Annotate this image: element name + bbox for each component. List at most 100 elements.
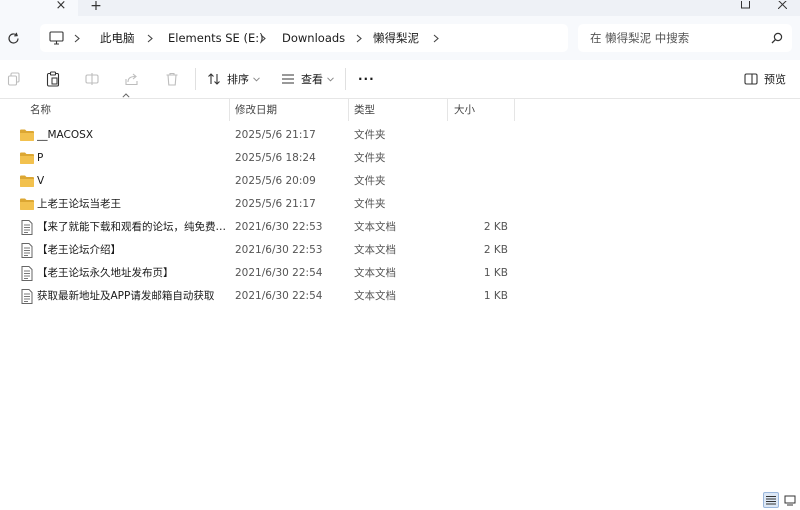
breadcrumb-drive[interactable]: Elements SE (E:) — [168, 24, 264, 52]
file-size — [448, 147, 508, 170]
status-bar — [0, 490, 800, 510]
column-header-name[interactable]: 名称 — [30, 99, 225, 121]
file-name: V — [37, 175, 45, 187]
sort-label[interactable]: 排序 — [227, 71, 249, 87]
search-placeholder: 在 懒得梨泥 中搜索 — [590, 31, 690, 45]
preview-pane-button[interactable]: 预览 — [744, 69, 786, 89]
tiles-view-icon[interactable] — [784, 495, 796, 506]
file-size: 2 KB — [483, 244, 508, 256]
share-icon[interactable] — [125, 72, 139, 86]
chevron-down-icon[interactable] — [253, 76, 260, 82]
folder-icon — [19, 128, 35, 142]
copy-icon[interactable] — [7, 72, 21, 86]
sort-button[interactable]: 排序 — [207, 69, 260, 89]
rename-button[interactable] — [82, 69, 102, 89]
file-row[interactable]: 【来了就能下载和观看的论坛，纯免费！… 2021/6/30 22:53 文本文档 2 … — [0, 216, 800, 239]
toolbar-divider — [195, 68, 196, 90]
breadcrumb-chevron[interactable] — [260, 24, 266, 52]
close-tab-button[interactable]: × — [53, 0, 69, 12]
search-icon[interactable] — [771, 32, 783, 44]
column-separator[interactable] — [514, 99, 515, 121]
paste-icon[interactable] — [46, 71, 60, 87]
view-label[interactable]: 查看 — [301, 71, 323, 87]
preview-label[interactable]: 预览 — [764, 71, 786, 87]
maximize-button[interactable] — [735, 0, 755, 10]
more-icon[interactable]: ··· — [358, 72, 375, 86]
view-button[interactable]: 查看 — [281, 69, 334, 89]
breadcrumb-chevron[interactable] — [356, 24, 362, 52]
file-row[interactable]: 【老王论坛永久地址发布页】 2021/6/30 22:54 文本文档 1 KB — [0, 262, 800, 285]
file-name: 【来了就能下载和观看的论坛，纯免费！… — [37, 221, 227, 233]
file-modified-date: 2025/5/6 21:17 — [235, 129, 316, 141]
file-type: 文本文档 — [354, 221, 396, 233]
file-type: 文本文档 — [354, 267, 396, 279]
file-type: 文本文档 — [354, 290, 396, 302]
view-icon[interactable] — [281, 73, 295, 85]
file-row[interactable]: __MACOSX 2025/5/6 21:17 文件夹 — [0, 124, 800, 147]
column-separator[interactable] — [229, 99, 230, 121]
active-tab[interactable]: × — [0, 0, 78, 16]
details-view-button[interactable] — [763, 492, 779, 508]
sort-icon[interactable] — [207, 72, 221, 86]
file-type: 文件夹 — [354, 129, 386, 141]
maximize-icon[interactable] — [740, 1, 750, 9]
breadcrumb-downloads[interactable]: Downloads — [282, 24, 345, 52]
folder-icon — [19, 197, 35, 211]
file-name: 获取最新地址及APP请发邮箱自动获取 — [37, 290, 215, 302]
close-window-icon[interactable] — [777, 1, 787, 9]
close-icon[interactable]: × — [56, 0, 67, 12]
column-separator[interactable] — [348, 99, 349, 121]
file-row[interactable]: V 2025/5/6 20:09 文件夹 — [0, 170, 800, 193]
breadcrumb-chevron[interactable] — [433, 24, 439, 52]
file-modified-date: 2021/6/30 22:54 — [235, 290, 323, 302]
chevron-down-icon[interactable] — [327, 76, 334, 82]
file-row[interactable]: 获取最新地址及APP请发邮箱自动获取 2021/6/30 22:54 文本文档 1 K… — [0, 285, 800, 308]
file-modified-date: 2021/6/30 22:53 — [235, 221, 323, 233]
file-row[interactable]: 上老王论坛当老王 2025/5/6 21:17 文件夹 — [0, 193, 800, 216]
new-tab-button[interactable]: + — [88, 0, 104, 13]
cut-button[interactable] — [4, 69, 24, 89]
folder-icon — [19, 151, 35, 165]
plus-icon[interactable]: + — [90, 0, 102, 13]
refresh-icon[interactable] — [7, 32, 20, 45]
breadcrumb-current-folder[interactable]: 懒得梨泥 — [373, 24, 419, 52]
share-button[interactable] — [122, 69, 142, 89]
file-type: 文件夹 — [354, 152, 386, 164]
paste-button[interactable] — [43, 69, 63, 89]
search-input[interactable]: 在 懒得梨泥 中搜索 — [578, 24, 792, 52]
sort-up-icon — [122, 93, 130, 98]
breadcrumb-this-pc[interactable]: 此电脑 — [100, 24, 135, 52]
file-row[interactable]: 【老王论坛介绍】 2021/6/30 22:53 文本文档 2 KB — [0, 239, 800, 262]
file-list: __MACOSX 2025/5/6 21:17 文件夹 P 2025/5/6 18:24… — [0, 124, 800, 308]
address-row: 此电脑 Elements SE (E:) Downloads 懒得梨泥 在 懒得… — [0, 16, 800, 60]
more-options-button[interactable]: ··· — [358, 69, 375, 89]
computer-icon — [49, 31, 64, 45]
text-file-icon — [19, 289, 35, 304]
rename-icon[interactable] — [85, 72, 99, 86]
address-bar[interactable]: 此电脑 Elements SE (E:) Downloads 懒得梨泥 — [40, 24, 568, 52]
file-size — [448, 193, 508, 216]
close-window-button[interactable] — [772, 0, 792, 10]
column-header-row: 名称 修改日期 类型 大小 — [0, 93, 800, 121]
refresh-button[interactable] — [5, 30, 21, 46]
trash-icon[interactable] — [165, 72, 179, 86]
text-file-icon — [19, 243, 35, 258]
file-modified-date: 2021/6/30 22:53 — [235, 244, 323, 256]
file-row[interactable]: P 2025/5/6 18:24 文件夹 — [0, 147, 800, 170]
tab-strip: × + — [0, 0, 800, 16]
column-separator[interactable] — [447, 99, 448, 121]
breadcrumb-chevron[interactable] — [147, 24, 153, 52]
text-file-icon — [19, 220, 35, 235]
toolbar-divider — [345, 68, 346, 90]
column-header-type[interactable]: 类型 — [354, 99, 444, 121]
column-header-size[interactable]: 大小 — [454, 99, 514, 121]
command-bar: 排序 查看 ··· 预览 — [0, 60, 800, 99]
column-header-modified[interactable]: 修改日期 — [235, 99, 345, 121]
tiles-view-button[interactable] — [782, 492, 798, 508]
file-name: 【老王论坛永久地址发布页】 — [37, 267, 174, 279]
delete-button[interactable] — [162, 69, 182, 89]
breadcrumb-chevron[interactable] — [74, 24, 80, 52]
preview-pane-icon[interactable] — [744, 73, 758, 85]
text-file-icon — [19, 266, 35, 281]
details-view-icon[interactable] — [765, 495, 777, 505]
